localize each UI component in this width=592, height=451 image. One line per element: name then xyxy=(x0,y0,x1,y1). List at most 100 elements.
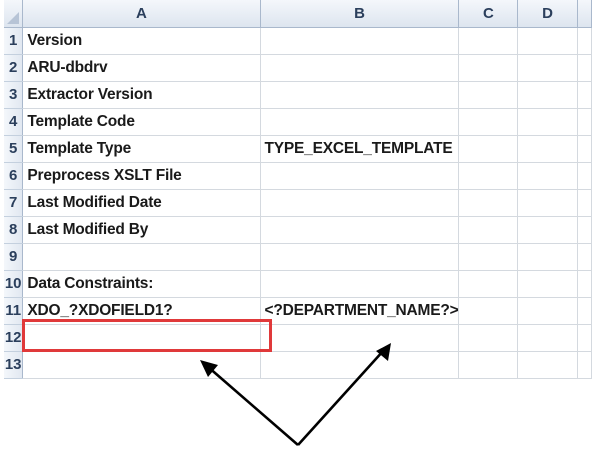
cell-d13[interactable] xyxy=(517,351,578,379)
row-header[interactable]: 8 xyxy=(4,216,24,244)
cell-c7[interactable] xyxy=(458,189,519,217)
row-header[interactable]: 5 xyxy=(4,135,24,163)
cell-d7[interactable] xyxy=(517,189,578,217)
table-row: 13 xyxy=(4,351,592,379)
cell-a2[interactable]: ARU-dbdrv xyxy=(22,54,261,82)
cell-d9[interactable] xyxy=(517,243,578,271)
select-all-corner[interactable] xyxy=(4,0,24,28)
cell-c4[interactable] xyxy=(458,108,519,136)
table-row: 8 Last Modified By xyxy=(4,216,592,244)
cell-e1[interactable] xyxy=(577,27,592,55)
cell-e13[interactable] xyxy=(577,351,592,379)
row-header[interactable]: 1 xyxy=(4,27,24,55)
row-header[interactable]: 13 xyxy=(4,351,24,379)
cell-e10[interactable] xyxy=(577,270,592,298)
row-header[interactable]: 11 xyxy=(4,297,24,325)
cell-d5[interactable] xyxy=(517,135,578,163)
column-header-a[interactable]: A xyxy=(22,0,261,28)
row-header[interactable]: 7 xyxy=(4,189,24,217)
cell-a5[interactable]: Template Type xyxy=(22,135,261,163)
column-header-b[interactable]: B xyxy=(260,0,460,28)
cell-a1[interactable]: Version xyxy=(22,27,261,55)
column-header-c[interactable]: C xyxy=(458,0,519,28)
table-row: 9 xyxy=(4,243,592,271)
cell-e2[interactable] xyxy=(577,54,592,82)
cell-e5[interactable] xyxy=(577,135,592,163)
cell-b11[interactable]: <?DEPARTMENT_NAME?> xyxy=(260,297,460,325)
cell-b2[interactable] xyxy=(260,54,460,82)
cell-d4[interactable] xyxy=(517,108,578,136)
cell-c6[interactable] xyxy=(458,162,519,190)
column-header-row: A B C D xyxy=(4,0,592,28)
cell-b3[interactable] xyxy=(260,81,460,109)
cell-d11[interactable] xyxy=(517,297,578,325)
cell-a11[interactable]: XDO_?XDOFIELD1? xyxy=(22,297,261,325)
cell-e11[interactable] xyxy=(577,297,592,325)
cell-c3[interactable] xyxy=(458,81,519,109)
cell-e9[interactable] xyxy=(577,243,592,271)
row-header[interactable]: 6 xyxy=(4,162,24,190)
cell-c11[interactable] xyxy=(458,297,519,325)
table-row: 5 Template Type TYPE_EXCEL_TEMPLATE xyxy=(4,135,592,163)
column-header-d[interactable]: D xyxy=(517,0,578,28)
table-row: 12 xyxy=(4,324,592,352)
cell-b9[interactable] xyxy=(260,243,460,271)
cell-a8[interactable]: Last Modified By xyxy=(22,216,261,244)
row-header[interactable]: 10 xyxy=(4,270,24,298)
row-header[interactable]: 4 xyxy=(4,108,24,136)
table-row: 3 Extractor Version xyxy=(4,81,592,109)
cell-a12[interactable] xyxy=(22,324,261,352)
cell-c13[interactable] xyxy=(458,351,519,379)
cell-e8[interactable] xyxy=(577,216,592,244)
cell-a4[interactable]: Template Code xyxy=(22,108,261,136)
table-row: 2 ARU-dbdrv xyxy=(4,54,592,82)
cell-a9[interactable] xyxy=(22,243,261,271)
cell-c9[interactable] xyxy=(458,243,519,271)
cell-b6[interactable] xyxy=(260,162,460,190)
cell-d12[interactable] xyxy=(517,324,578,352)
cell-c5[interactable] xyxy=(458,135,519,163)
cell-d2[interactable] xyxy=(517,54,578,82)
cell-c2[interactable] xyxy=(458,54,519,82)
cell-a7[interactable]: Last Modified Date xyxy=(22,189,261,217)
cell-d1[interactable] xyxy=(517,27,578,55)
cell-a6[interactable]: Preprocess XSLT File xyxy=(22,162,261,190)
table-row: 10 Data Constraints: xyxy=(4,270,592,298)
row-header[interactable]: 9 xyxy=(4,243,24,271)
cell-grid: A B C D 1 Version 2 ARU-dbdrv 3 Extracto… xyxy=(4,0,592,379)
table-row: 4 Template Code xyxy=(4,108,592,136)
cell-b7[interactable] xyxy=(260,189,460,217)
cell-d8[interactable] xyxy=(517,216,578,244)
cell-d10[interactable] xyxy=(517,270,578,298)
cell-a13[interactable] xyxy=(22,351,261,379)
cell-b4[interactable] xyxy=(260,108,460,136)
column-header-partial[interactable] xyxy=(577,0,592,28)
cell-b5[interactable]: TYPE_EXCEL_TEMPLATE xyxy=(260,135,460,163)
cell-e7[interactable] xyxy=(577,189,592,217)
row-header[interactable]: 2 xyxy=(4,54,24,82)
cell-b8[interactable] xyxy=(260,216,460,244)
row-header[interactable]: 3 xyxy=(4,81,24,109)
cell-c1[interactable] xyxy=(458,27,519,55)
spreadsheet: A B C D 1 Version 2 ARU-dbdrv 3 Extracto… xyxy=(4,0,592,392)
table-row: 7 Last Modified Date xyxy=(4,189,592,217)
table-row: 6 Preprocess XSLT File xyxy=(4,162,592,190)
cell-c10[interactable] xyxy=(458,270,519,298)
cell-b10[interactable] xyxy=(260,270,460,298)
cell-d6[interactable] xyxy=(517,162,578,190)
cell-c8[interactable] xyxy=(458,216,519,244)
cell-d3[interactable] xyxy=(517,81,578,109)
row-header[interactable]: 12 xyxy=(4,324,24,352)
cell-e3[interactable] xyxy=(577,81,592,109)
cell-e12[interactable] xyxy=(577,324,592,352)
cell-a10[interactable]: Data Constraints: xyxy=(22,270,261,298)
cell-c12[interactable] xyxy=(458,324,519,352)
table-row: 11 XDO_?XDOFIELD1? <?DEPARTMENT_NAME?> xyxy=(4,297,592,325)
cell-b13[interactable] xyxy=(260,351,460,379)
cell-e4[interactable] xyxy=(577,108,592,136)
cell-b1[interactable] xyxy=(260,27,460,55)
cell-e6[interactable] xyxy=(577,162,592,190)
table-row: 1 Version xyxy=(4,27,592,55)
cell-b12[interactable] xyxy=(260,324,460,352)
cell-a3[interactable]: Extractor Version xyxy=(22,81,261,109)
